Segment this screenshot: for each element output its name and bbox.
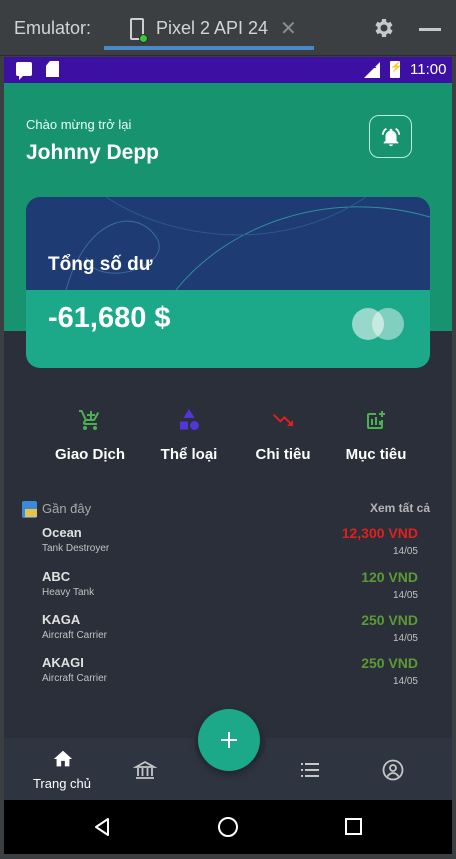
transaction-type: Heavy Tank (42, 587, 95, 598)
transaction-date: 14/05 (392, 546, 418, 557)
action-label: Mục tiêu (345, 446, 407, 463)
transaction-name: Ocean (42, 525, 82, 540)
shapes-icon (180, 409, 199, 430)
network-type: LTE (362, 61, 377, 70)
add-transaction-button[interactable] (198, 709, 260, 771)
android-navigation-bar (4, 800, 452, 854)
transaction-row[interactable]: AKAGI Aircraft Carrier 250 VND 14/05 (42, 655, 418, 697)
greeting-text: Chào mừng trở lại (26, 117, 132, 132)
user-name: Johnny Depp (26, 141, 160, 164)
recent-header: Gần đây Xem tất cả (22, 499, 442, 519)
gear-icon[interactable] (372, 16, 396, 40)
minimize-icon[interactable] (419, 28, 441, 31)
recents-icon[interactable] (345, 818, 362, 835)
action-categories[interactable]: Thể loại (139, 408, 239, 468)
transaction-name: ABC (42, 569, 71, 584)
home-circle-icon[interactable] (218, 817, 238, 837)
trending-down-icon (273, 414, 293, 426)
tab-active-indicator (104, 46, 314, 50)
document-icon (22, 501, 37, 518)
emulator-window: Emulator: Pixel 2 API 24 ✕ LTE 11:00 Chà… (0, 0, 456, 859)
emulator-label: Emulator: (14, 18, 92, 38)
chart-add-icon (367, 411, 385, 429)
transaction-name: AKAGI (42, 655, 84, 670)
recent-title: Gần đây (42, 501, 92, 516)
action-label: Chi tiêu (255, 446, 311, 463)
battery-icon (390, 61, 402, 78)
transaction-date: 14/05 (392, 590, 418, 601)
account-icon[interactable] (381, 758, 405, 782)
balance-label: Tổng số dư (48, 254, 153, 275)
status-time: 11:00 (410, 61, 447, 78)
transaction-type: Aircraft Carrier (42, 673, 108, 684)
action-goals[interactable]: Mục tiêu (326, 408, 426, 468)
transaction-amount: 120 VND (361, 569, 418, 585)
close-icon[interactable]: ✕ (280, 16, 297, 41)
cart-icon (79, 410, 100, 430)
transaction-amount: 250 VND (361, 655, 418, 671)
transaction-amount: 12,300 VND (341, 525, 418, 541)
sd-card-icon (46, 61, 59, 77)
transaction-date: 14/05 (392, 633, 418, 644)
transaction-name: KAGA (42, 612, 81, 627)
app-screen: Chào mừng trở lại Johnny Depp Tổng số dư… (4, 83, 452, 800)
android-status-bar: LTE 11:00 (4, 57, 452, 83)
balance-amount: -61,680 $ (48, 302, 171, 334)
transaction-amount: 250 VND (361, 612, 418, 628)
see-all-link[interactable]: Xem tất cả (370, 501, 430, 515)
bank-icon[interactable] (133, 758, 157, 782)
transaction-row[interactable]: ABC Heavy Tank 120 VND 14/05 (42, 569, 418, 611)
running-indicator-icon (139, 34, 148, 43)
action-label: Thể loại (160, 446, 218, 463)
notification-button[interactable] (369, 115, 412, 158)
plus-icon-vertical (228, 732, 230, 748)
bell-ring-icon (381, 128, 401, 147)
device-tab[interactable]: Pixel 2 API 24 ✕ (104, 8, 314, 50)
transaction-type: Aircraft Carrier (42, 630, 108, 641)
balance-card-bottom: -61,680 $ (26, 290, 430, 368)
back-icon[interactable] (92, 817, 112, 837)
card-decoration (65, 197, 430, 290)
home-icon (53, 750, 73, 767)
nav-home-label: Trang chủ (32, 776, 92, 791)
action-expenses[interactable]: Chi tiêu (233, 408, 333, 468)
transaction-date: 14/05 (392, 676, 418, 687)
quick-actions: Giao Dịch Thể loại Chi tiêu Mục tiêu (4, 408, 452, 468)
device-tab-label: Pixel 2 API 24 (156, 18, 269, 38)
transaction-type: Tank Destroyer (42, 543, 110, 554)
transaction-row[interactable]: Ocean Tank Destroyer 12,300 VND 14/05 (42, 525, 418, 567)
action-transactions[interactable]: Giao Dịch (40, 408, 140, 468)
card-logo-right-circle (372, 308, 404, 340)
phone-device-icon (130, 18, 148, 43)
nav-home[interactable]: Trang chủ (22, 748, 102, 794)
action-label: Giao Dịch (54, 446, 125, 463)
list-icon[interactable] (298, 758, 322, 782)
message-notification-icon (16, 62, 32, 80)
emulator-toolbar: Emulator: Pixel 2 API 24 ✕ (0, 0, 456, 56)
balance-card[interactable]: Tổng số dư -61,680 $ (26, 197, 430, 368)
transaction-row[interactable]: KAGA Aircraft Carrier 250 VND 14/05 (42, 612, 418, 654)
